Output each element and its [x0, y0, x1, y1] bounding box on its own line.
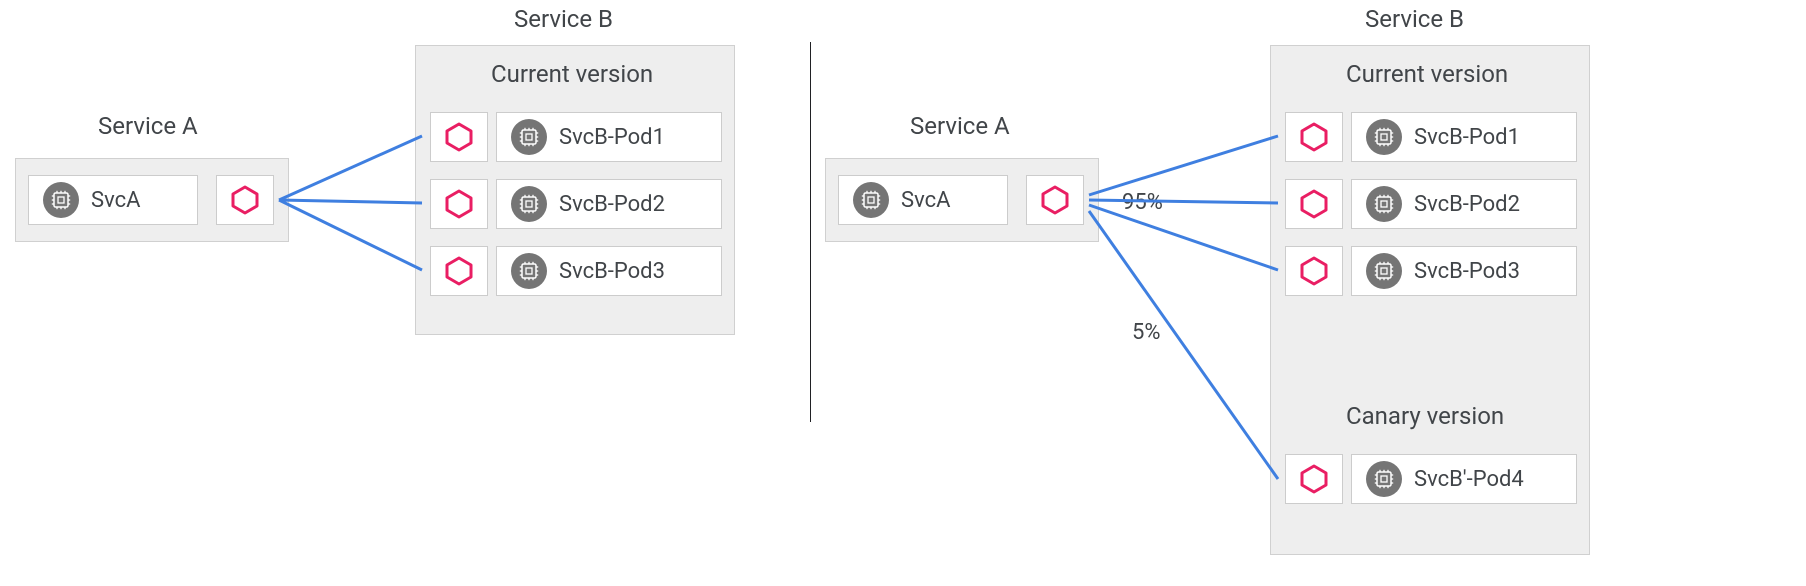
pod-label: SvcB-Pod3 — [1414, 259, 1520, 284]
chip-icon — [511, 119, 547, 155]
pod-label: SvcB-Pod2 — [1414, 192, 1520, 217]
canary-version-label: Canary version — [1346, 402, 1504, 430]
canary-pod-label: SvcB'-Pod4 — [1414, 467, 1524, 492]
pod-box: SvcB-Pod1 — [1351, 112, 1577, 162]
service-b-panel: Current version SvcB-Pod1 SvcB-Pod2 — [415, 45, 735, 335]
service-a-title: Service A — [910, 112, 1010, 140]
sidecar-hex-box — [1285, 246, 1343, 296]
current-version-label: Current version — [1346, 60, 1508, 88]
chip-icon — [43, 182, 79, 218]
svca-label: SvcA — [901, 188, 950, 213]
chip-icon — [511, 186, 547, 222]
weight-current: 95% — [1122, 190, 1163, 215]
pod-label: SvcB-Pod1 — [559, 125, 665, 150]
pod-row: SvcB-Pod2 — [1285, 179, 1577, 229]
chip-icon — [1366, 119, 1402, 155]
hexagon-icon — [444, 122, 474, 152]
svca-box: SvcA — [28, 175, 198, 225]
hexagon-icon — [1040, 185, 1070, 215]
hexagon-icon — [1299, 122, 1329, 152]
left-diagram: Service A SvcA Service B Current version… — [0, 0, 810, 586]
weight-canary: 5% — [1132, 320, 1160, 345]
hexagon-icon — [1299, 464, 1329, 494]
chip-icon — [1366, 253, 1402, 289]
hexagon-icon — [444, 256, 474, 286]
service-a-panel: SvcA — [825, 158, 1099, 242]
sidecar-hex-box — [1285, 179, 1343, 229]
pod-box: SvcB-Pod3 — [1351, 246, 1577, 296]
canary-pod-box: SvcB'-Pod4 — [1351, 454, 1577, 504]
pod-box: SvcB-Pod1 — [496, 112, 722, 162]
sidecar-hex-box — [430, 246, 488, 296]
chip-icon — [1366, 461, 1402, 497]
chip-icon — [511, 253, 547, 289]
service-b-panel: Current version SvcB-Pod1 SvcB-Pod2 — [1270, 45, 1590, 555]
current-version-label: Current version — [491, 60, 653, 88]
sidecar-hex-box — [216, 175, 274, 225]
right-diagram: Service A SvcA Service B Current version… — [810, 0, 1806, 586]
pod-box: SvcB-Pod2 — [1351, 179, 1577, 229]
svca-label: SvcA — [91, 188, 140, 213]
pod-row: SvcB-Pod3 — [1285, 246, 1577, 296]
service-b-title: Service B — [514, 5, 613, 33]
svca-box: SvcA — [838, 175, 1008, 225]
pod-row: SvcB-Pod2 — [430, 179, 722, 229]
hexagon-icon — [230, 185, 260, 215]
pod-box: SvcB-Pod3 — [496, 246, 722, 296]
pod-label: SvcB-Pod1 — [1414, 125, 1520, 150]
service-a-panel: SvcA — [15, 158, 289, 242]
service-a-title: Service A — [98, 112, 198, 140]
sidecar-hex-box — [430, 179, 488, 229]
sidecar-hex-box — [1026, 175, 1084, 225]
pod-label: SvcB-Pod2 — [559, 192, 665, 217]
canary-pod-row: SvcB'-Pod4 — [1285, 454, 1577, 504]
service-b-title: Service B — [1365, 5, 1464, 33]
sidecar-hex-box — [430, 112, 488, 162]
pod-row: SvcB-Pod1 — [430, 112, 722, 162]
hexagon-icon — [1299, 256, 1329, 286]
pod-row: SvcB-Pod1 — [1285, 112, 1577, 162]
hexagon-icon — [444, 189, 474, 219]
chip-icon — [1366, 186, 1402, 222]
sidecar-hex-box — [1285, 454, 1343, 504]
pod-label: SvcB-Pod3 — [559, 259, 665, 284]
chip-icon — [853, 182, 889, 218]
hexagon-icon — [1299, 189, 1329, 219]
pod-row: SvcB-Pod3 — [430, 246, 722, 296]
sidecar-hex-box — [1285, 112, 1343, 162]
pod-box: SvcB-Pod2 — [496, 179, 722, 229]
